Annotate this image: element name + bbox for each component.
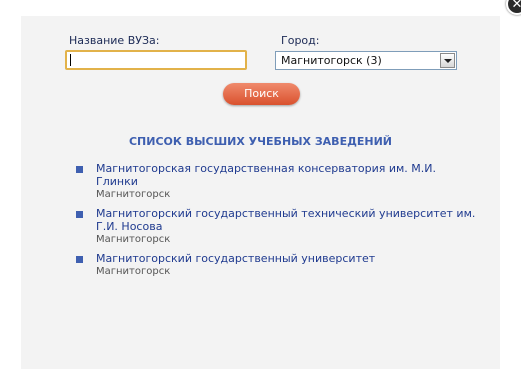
university-city: Магнитогорск (96, 234, 171, 245)
university-name-label: Название ВУЗа: (69, 34, 160, 47)
close-icon[interactable]: ✕ (506, 0, 521, 15)
list-item: Магнитогорский государственный техническ… (76, 207, 476, 246)
search-button[interactable]: Поиск (223, 83, 300, 105)
bullet-icon (76, 256, 83, 263)
city-label: Город: (281, 34, 320, 47)
bullet-icon (76, 211, 83, 218)
list-item: Магнитогорский государственный университ… (76, 252, 476, 278)
university-name-input[interactable] (65, 50, 247, 70)
bullet-icon (76, 166, 83, 173)
list-item: Магнитогорская государственная консерват… (76, 162, 476, 201)
list-title: СПИСОК ВЫСШИХ УЧЕБНЫХ ЗАВЕДЕНИЙ (128, 135, 393, 148)
chevron-down-icon[interactable] (440, 53, 455, 68)
university-list: Магнитогорская государственная консерват… (76, 162, 476, 284)
city-select-value: Магнитогорск (3) (281, 54, 382, 67)
university-city: Магнитогорск (96, 189, 171, 200)
university-city: Магнитогорск (96, 266, 171, 277)
university-link[interactable]: Магнитогорская государственная консерват… (96, 162, 476, 188)
modal-dialog: ✕ Название ВУЗа: Город: Магнитогорск (3)… (0, 0, 521, 390)
text-caret (70, 54, 71, 66)
university-link[interactable]: Магнитогорский государственный техническ… (96, 207, 476, 233)
university-link[interactable]: Магнитогорский государственный университ… (96, 252, 476, 265)
city-select[interactable]: Магнитогорск (3) (275, 51, 457, 70)
